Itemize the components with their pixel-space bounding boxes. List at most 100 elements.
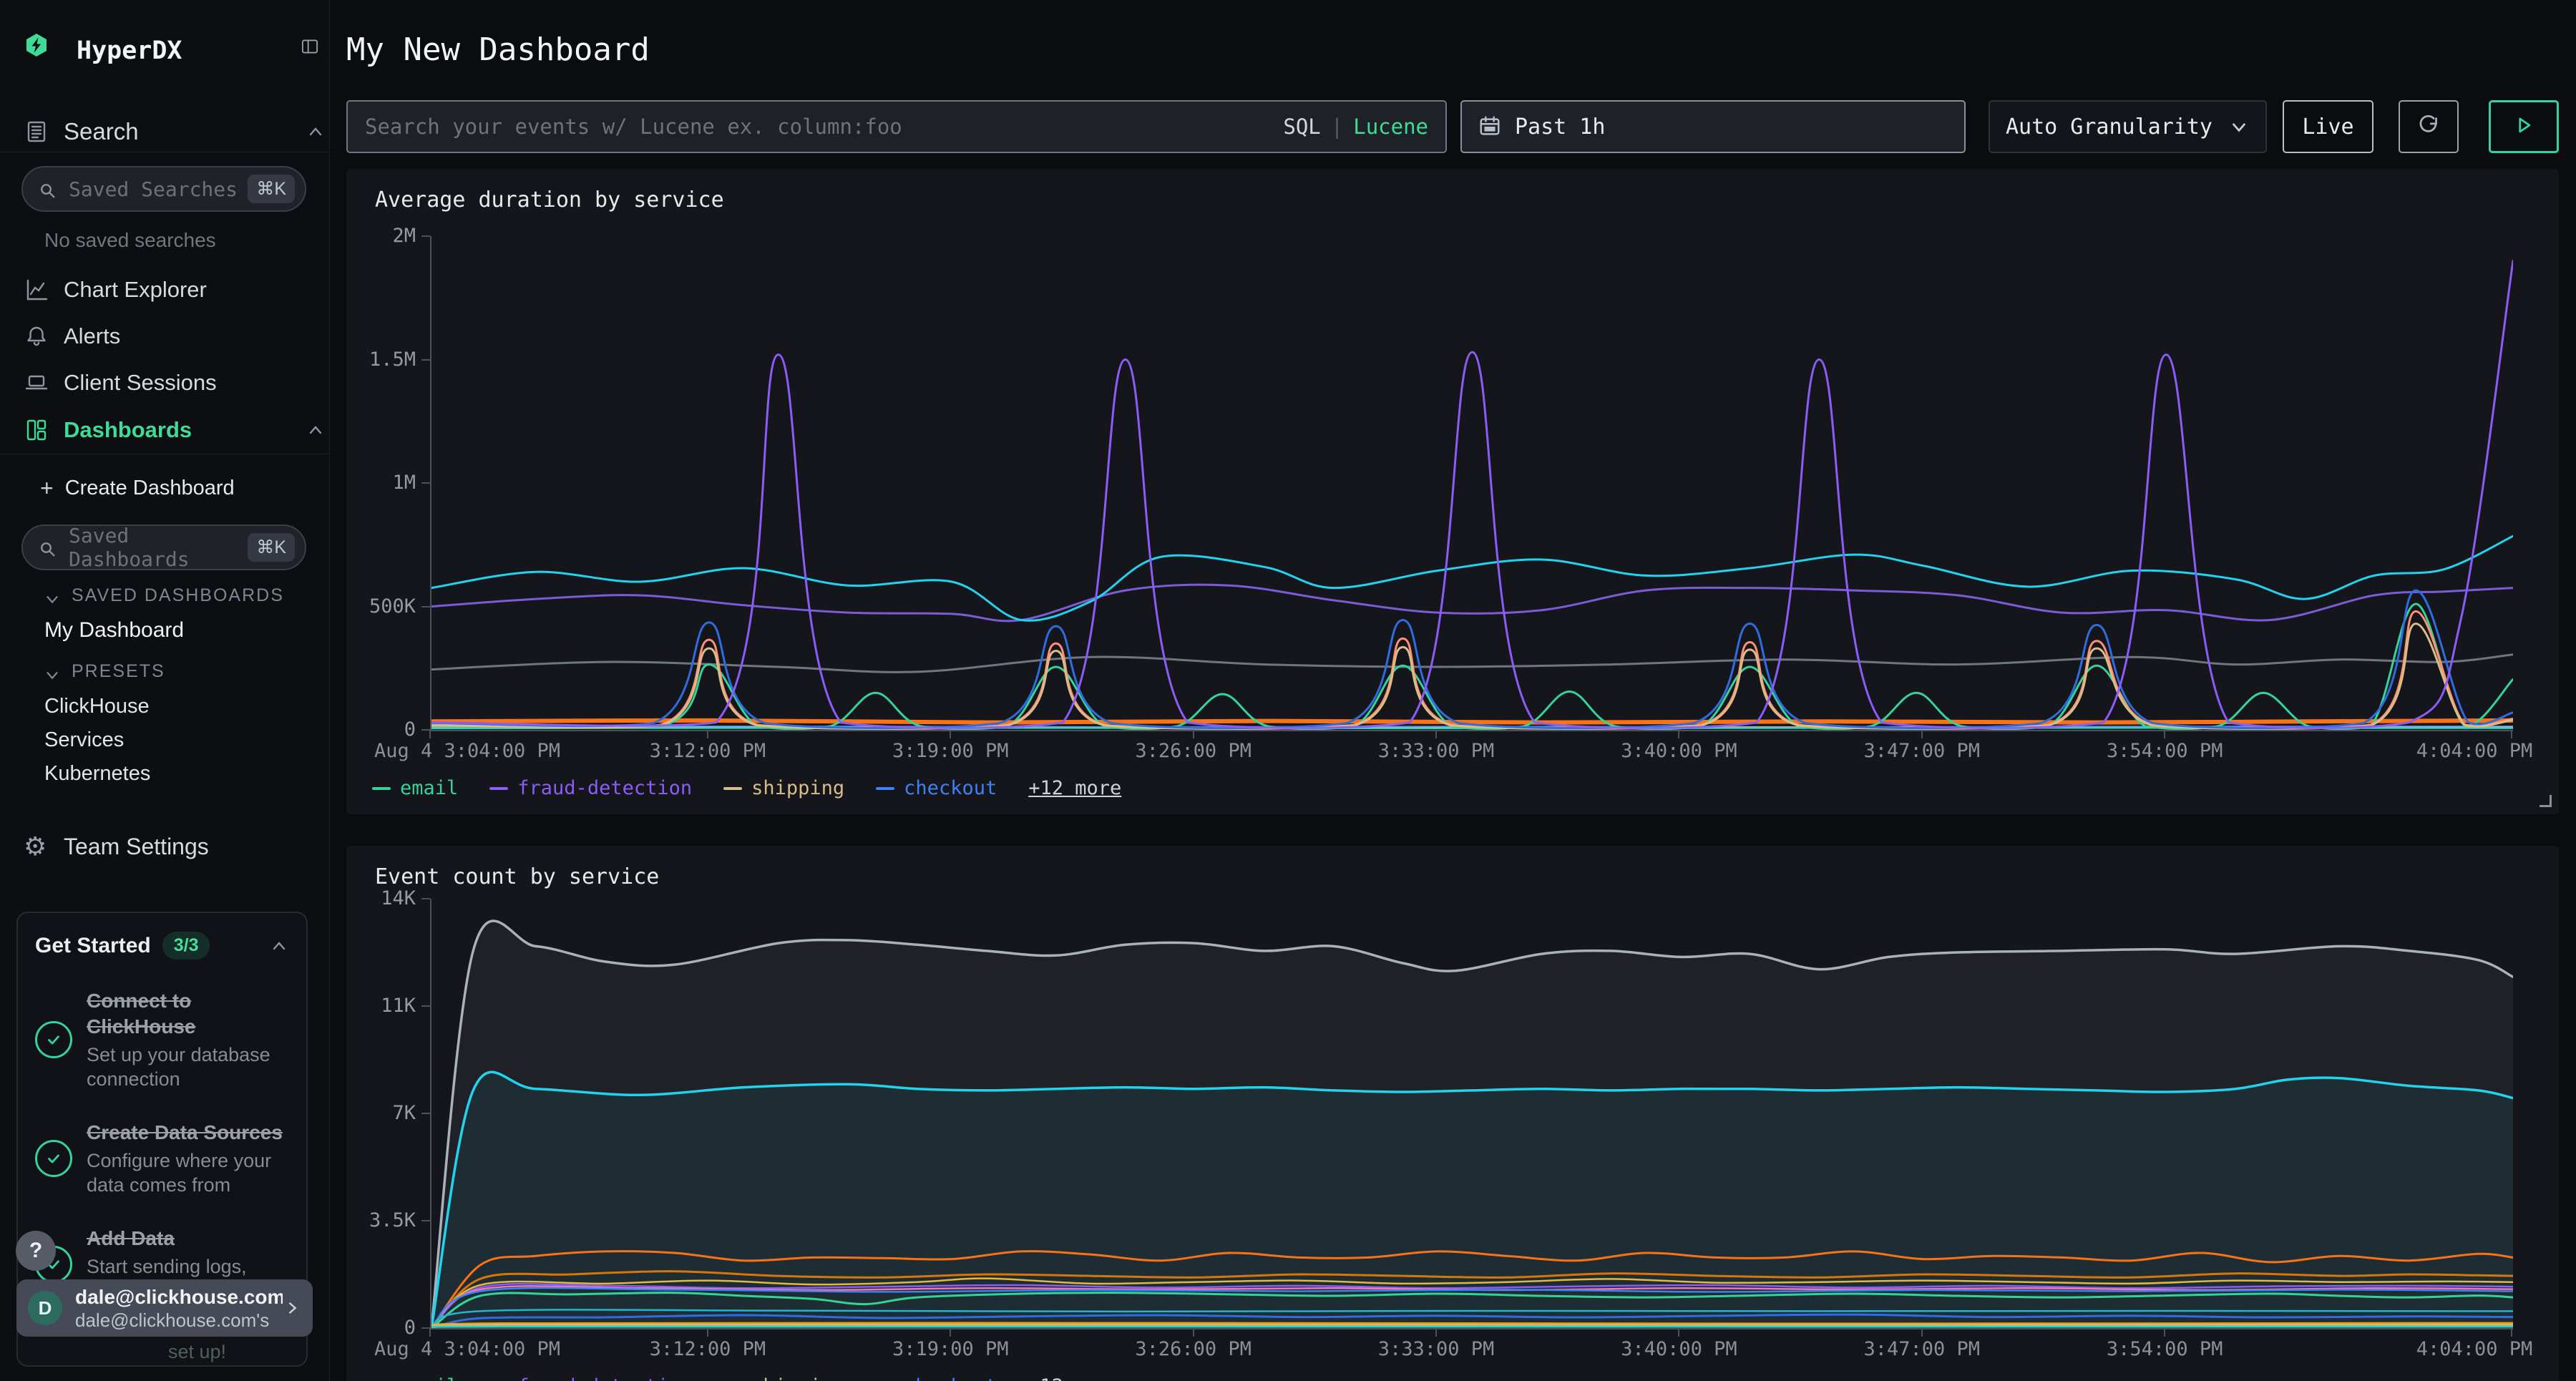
- magnifier-icon: [37, 178, 59, 200]
- y-tick-mark: [421, 235, 430, 237]
- x-tick-label: 3:33:00 PM: [1378, 740, 1495, 762]
- x-tick-mark: [950, 730, 951, 738]
- y-tick-mark: [421, 1005, 430, 1007]
- legend-swatch: [372, 787, 391, 790]
- sidebar-item-client-sessions[interactable]: Client Sessions: [0, 366, 353, 399]
- x-tick-mark: [707, 1328, 708, 1337]
- user-email: dale@clickhouse.com: [75, 1285, 283, 1309]
- question-mark-icon: ?: [29, 1239, 42, 1263]
- event-search-input[interactable]: Search your events w/ Lucene ex. column:…: [346, 100, 1447, 153]
- legend-item[interactable]: +12 more: [1028, 777, 1121, 799]
- partial-setup-link[interactable]: set up!: [168, 1341, 226, 1363]
- play-icon: [2510, 112, 2537, 142]
- get-started-item-data-sources[interactable]: Create Data Sources Configure where your…: [35, 1120, 289, 1197]
- legend-label: checkout: [904, 777, 997, 799]
- legend-label: shipping: [751, 777, 844, 799]
- check-circle-icon: [35, 1140, 72, 1177]
- sidebar-item-kubernetes[interactable]: Kubernetes: [0, 758, 374, 789]
- x-tick-label: 3:12:00 PM: [650, 1338, 766, 1360]
- legend-item[interactable]: fraud-detection: [489, 1375, 692, 1381]
- user-account-chip[interactable]: D dale@clickhouse.com dale@clickhouse.co…: [16, 1279, 313, 1337]
- no-saved-searches: No saved searches: [0, 228, 374, 253]
- legend-item[interactable]: email: [372, 777, 458, 799]
- legend-item[interactable]: email: [372, 1375, 458, 1381]
- get-started-header[interactable]: Get Started 3/3: [35, 932, 289, 960]
- legend-label: shipping: [751, 1375, 844, 1381]
- get-started-badge: 3/3: [162, 932, 210, 960]
- sidebar-item-services[interactable]: Services: [0, 725, 374, 755]
- y-tick-label: 500K: [346, 595, 416, 619]
- legend-item[interactable]: shipping: [723, 1375, 844, 1381]
- x-tick-mark: [2164, 730, 2165, 738]
- help-button[interactable]: ?: [16, 1231, 56, 1271]
- x-tick-mark: [2164, 1328, 2165, 1337]
- item-title: Add Data: [87, 1226, 287, 1251]
- chart-plot-area[interactable]: [430, 899, 2513, 1329]
- chart-plot-area[interactable]: [430, 236, 2513, 731]
- x-tick-label: 4:04:00 PM: [2416, 1338, 2533, 1360]
- chart-panel-event-count: Event count by service 03.5K7K11K14KAug …: [346, 846, 2559, 1381]
- sidebar-item-alerts[interactable]: Alerts: [0, 320, 353, 353]
- chevron-up-icon[interactable]: [306, 420, 326, 440]
- search-placeholder: Search your events w/ Lucene ex. column:…: [365, 114, 1283, 139]
- legend-label: fraud-detection: [517, 777, 692, 799]
- saved-dashboards-section-header[interactable]: SAVED DASHBOARDS: [0, 581, 372, 610]
- granularity-value: Auto Granularity: [2006, 114, 2212, 140]
- y-tick-mark: [421, 482, 430, 484]
- saved-searches-input[interactable]: Saved Searches ⌘K: [21, 166, 306, 212]
- sidebar-item-chart-explorer[interactable]: Chart Explorer: [0, 273, 353, 306]
- y-tick-label: 1.5M: [346, 348, 416, 372]
- y-tick-label: 0: [346, 1316, 416, 1340]
- x-tick-label: 3:54:00 PM: [2107, 740, 2223, 762]
- y-tick-mark: [421, 1220, 430, 1221]
- time-range-value: Past 1h: [1515, 114, 1605, 140]
- chevron-up-icon[interactable]: [269, 936, 289, 956]
- legend-item[interactable]: fraud-detection: [489, 777, 692, 799]
- get-started-title: Get Started: [35, 934, 151, 958]
- time-range-picker[interactable]: Past 1h: [1460, 100, 1966, 153]
- create-dashboard-button[interactable]: + Create Dashboard: [0, 472, 369, 504]
- x-tick-mark: [2511, 1328, 2512, 1337]
- refresh-button[interactable]: [2399, 100, 2459, 153]
- live-button[interactable]: Live: [2283, 100, 2373, 153]
- x-tick-label: Aug 4 3:04:00 PM: [374, 740, 560, 762]
- sidebar-item-team-settings[interactable]: ⚙ Team Settings: [0, 830, 353, 863]
- x-tick-label: Aug 4 3:04:00 PM: [374, 1338, 560, 1360]
- legend-item[interactable]: +12 more: [1028, 1375, 1121, 1381]
- lucene-toggle[interactable]: Lucene: [1353, 114, 1428, 139]
- sidebar-item-dashboards[interactable]: Dashboards: [0, 414, 353, 446]
- sidebar-item-my-dashboard[interactable]: My Dashboard: [0, 615, 374, 645]
- x-tick-label: 3:47:00 PM: [1864, 740, 1981, 762]
- granularity-select[interactable]: Auto Granularity: [1989, 100, 2267, 153]
- sidebar-item-clickhouse[interactable]: ClickHouse: [0, 691, 374, 721]
- legend-item[interactable]: checkout: [876, 1375, 997, 1381]
- presets-section-header[interactable]: PRESETS: [0, 657, 372, 685]
- create-dashboard-label: Create Dashboard: [65, 477, 235, 500]
- legend-more-label: +12 more: [1028, 777, 1121, 799]
- sql-toggle[interactable]: SQL: [1283, 114, 1320, 139]
- chart-title: Event count by service: [375, 864, 659, 889]
- gear-icon: ⚙: [24, 834, 49, 859]
- collapse-sidebar-button[interactable]: [300, 36, 328, 65]
- get-started-item-connect[interactable]: Connect to ClickHouse Set up your databa…: [35, 988, 289, 1091]
- resize-grip[interactable]: [2540, 795, 2552, 807]
- chart-panel-avg-duration: Average duration by service 0500K1M1.5M2…: [346, 169, 2559, 814]
- page-title: My New Dashboard: [346, 31, 650, 68]
- run-query-button[interactable]: [2489, 100, 2559, 153]
- alerts-label: Alerts: [64, 323, 120, 349]
- x-tick-mark: [1193, 1328, 1194, 1337]
- saved-dashboards-input[interactable]: Saved Dashboards ⌘K: [21, 524, 306, 570]
- chevron-up-icon[interactable]: [306, 122, 326, 142]
- legend-item[interactable]: checkout: [876, 777, 997, 799]
- y-tick-label: 0: [346, 718, 416, 742]
- refresh-icon: [2415, 112, 2442, 142]
- hyperdx-logo-icon: [24, 32, 61, 69]
- sidebar-item-search[interactable]: Search: [0, 114, 353, 149]
- legend-item[interactable]: shipping: [723, 777, 844, 799]
- y-tick-label: 11K: [346, 994, 416, 1018]
- x-tick-mark: [1921, 730, 1923, 738]
- shortcut-badge: ⌘K: [248, 175, 295, 203]
- legend-swatch: [489, 787, 508, 790]
- logo-text: HyperDX: [77, 36, 182, 65]
- event-count-chart: 03.5K7K11K14KAug 4 3:04:00 PM3:12:00 PM3…: [346, 899, 2559, 1381]
